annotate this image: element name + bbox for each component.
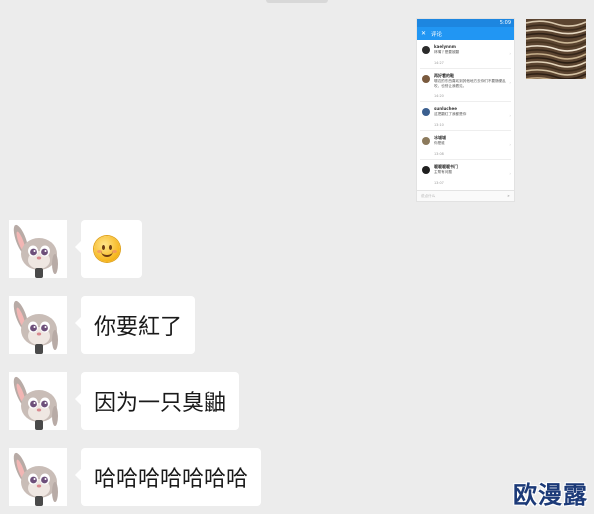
commenter-avatar: [422, 166, 430, 174]
fur-texture-image: [526, 19, 586, 79]
sender-avatar[interactable]: [9, 220, 67, 278]
bunny-avatar-icon: [9, 372, 67, 430]
comment-item[interactable]: sunluchee 这把翻红了我都是你 13:10 ›: [420, 102, 511, 131]
commenter-avatar: [422, 137, 430, 145]
comments-title: 评论: [431, 31, 443, 38]
comment-date: 14:20: [434, 94, 444, 98]
message-bubble[interactable]: 哈哈哈哈哈哈哈: [74, 448, 262, 506]
message-text: 你要紅了: [94, 315, 183, 340]
comment-list: kaelynnm 林嘴丫是要被翻 14:27 › 再好看的鞋 哪边的东西喜欢到其…: [417, 40, 514, 188]
commenter-avatar: [422, 46, 430, 54]
commenter-avatar: [422, 108, 430, 116]
close-icon[interactable]: ✕: [421, 30, 431, 37]
comment-date: 13:10: [434, 123, 444, 127]
smiling-face-emoji: [94, 236, 120, 262]
sender-avatar[interactable]: [9, 296, 67, 354]
comment-date: 13:07: [434, 181, 444, 185]
chevron-right-icon: ›: [509, 142, 511, 147]
comment-date: 13:08: [434, 152, 444, 156]
message-bubble[interactable]: 你要紅了: [74, 296, 196, 354]
comment-item[interactable]: 暖暖暖暖书门 主帮有问题 13:07 ›: [420, 160, 511, 188]
comment-text: 林嘴丫是要被翻: [434, 50, 460, 54]
skunk-fur-photo[interactable]: [526, 19, 586, 79]
comment-date: 14:27: [434, 61, 444, 65]
chevron-right-icon: ›: [509, 113, 511, 118]
sender-avatar[interactable]: [9, 448, 67, 506]
watermark-text: 欧漫露: [513, 481, 588, 509]
chevron-right-icon: ›: [509, 80, 511, 85]
message-text: 哈哈哈哈哈哈哈: [94, 467, 249, 492]
bunny-avatar-icon: [9, 448, 67, 506]
comment-text: 哪边的东西喜欢到其他地方去你们不要随便乱咬，也别让我看见。: [434, 79, 506, 88]
sender-avatar[interactable]: [9, 372, 67, 430]
send-icon[interactable]: ➤: [507, 191, 510, 201]
commenter-avatar: [422, 75, 430, 83]
comment-text: 这把翻红了我都是你: [434, 112, 467, 116]
comments-app-bar: ✕ 评论: [417, 27, 514, 40]
message-text: 因为一只臭鼬: [94, 391, 227, 416]
comment-item[interactable]: kaelynnm 林嘴丫是要被翻 14:27 ›: [420, 40, 511, 69]
status-time: 5:09: [499, 20, 511, 26]
comment-item[interactable]: 再好看的鞋 哪边的东西喜欢到其他地方去你们不要随便乱咬，也别让我看见。 14:2…: [420, 69, 511, 102]
comment-input[interactable]: 说点什么 ➤: [417, 190, 514, 201]
bunny-avatar-icon: [9, 220, 67, 278]
comment-item[interactable]: 冰城城 你是谁 13:08 ›: [420, 131, 511, 160]
comment-input-placeholder: 说点什么: [421, 194, 436, 198]
comment-text: 你是谁: [434, 141, 445, 145]
shared-screenshot-image[interactable]: 5:09 ✕ 评论 kaelynnm 林嘴丫是要被翻 14:27 › 再好看的鞋…: [417, 19, 514, 201]
commenter-name: kaelynnm: [434, 44, 456, 49]
comment-text: 主帮有问题: [434, 170, 452, 174]
commenter-name: sunluchee: [434, 106, 457, 111]
chevron-right-icon: ›: [509, 51, 511, 56]
bunny-avatar-icon: [9, 296, 67, 354]
message-bubble[interactable]: [75, 220, 142, 278]
status-bar: 5:09: [417, 19, 514, 27]
top-drag-handle: [266, 0, 328, 3]
message-bubble[interactable]: 因为一只臭鼬: [74, 372, 240, 430]
chevron-right-icon: ›: [509, 171, 511, 176]
